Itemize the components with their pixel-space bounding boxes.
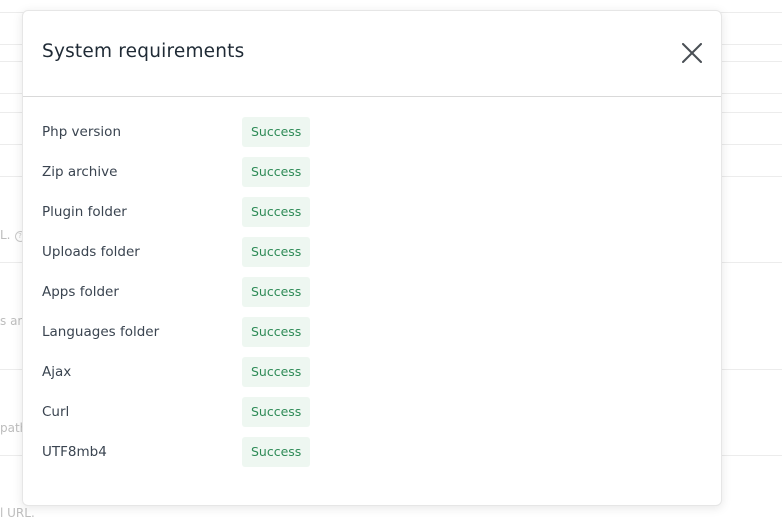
requirement-label: Zip archive — [42, 164, 118, 180]
requirement-label: Php version — [42, 124, 122, 140]
requirement-label: Ajax — [42, 364, 72, 380]
requirement-row-zip-archive: Zip archive Success — [42, 152, 721, 192]
requirements-list: Php version Success Zip archive Success … — [23, 97, 721, 472]
status-badge: Success — [242, 157, 311, 187]
close-button[interactable] — [679, 40, 705, 66]
system-requirements-modal: System requirements Php version Success … — [22, 10, 722, 506]
requirement-label: Apps folder — [42, 284, 119, 300]
requirement-label: Plugin folder — [42, 204, 127, 220]
status-badge: Success — [242, 437, 311, 467]
status-badge: Success — [242, 357, 311, 387]
requirement-row-uploads-folder: Uploads folder Success — [42, 232, 721, 272]
modal-title: System requirements — [42, 41, 245, 62]
requirement-label: Curl — [42, 404, 70, 420]
requirement-row-curl: Curl Success — [42, 392, 721, 432]
requirement-row-apps-folder: Apps folder Success — [42, 272, 721, 312]
modal-overlay: System requirements Php version Success … — [0, 0, 782, 520]
requirement-row-plugin-folder: Plugin folder Success — [42, 192, 721, 232]
status-badge: Success — [242, 237, 311, 267]
requirement-row-php-version: Php version Success — [42, 112, 721, 152]
status-badge: Success — [242, 397, 311, 427]
requirement-row-utf8mb4: UTF8mb4 Success — [42, 432, 721, 472]
requirement-label: Languages folder — [42, 324, 160, 340]
requirement-row-ajax: Ajax Success — [42, 352, 721, 392]
status-badge: Success — [242, 317, 311, 347]
status-badge: Success — [242, 197, 311, 227]
modal-header: System requirements — [23, 11, 721, 97]
requirement-label: Uploads folder — [42, 244, 140, 260]
status-badge: Success — [242, 277, 311, 307]
requirement-label: UTF8mb4 — [42, 444, 107, 460]
status-badge: Success — [242, 117, 311, 147]
close-icon — [682, 43, 702, 63]
requirement-row-languages-folder: Languages folder Success — [42, 312, 721, 352]
